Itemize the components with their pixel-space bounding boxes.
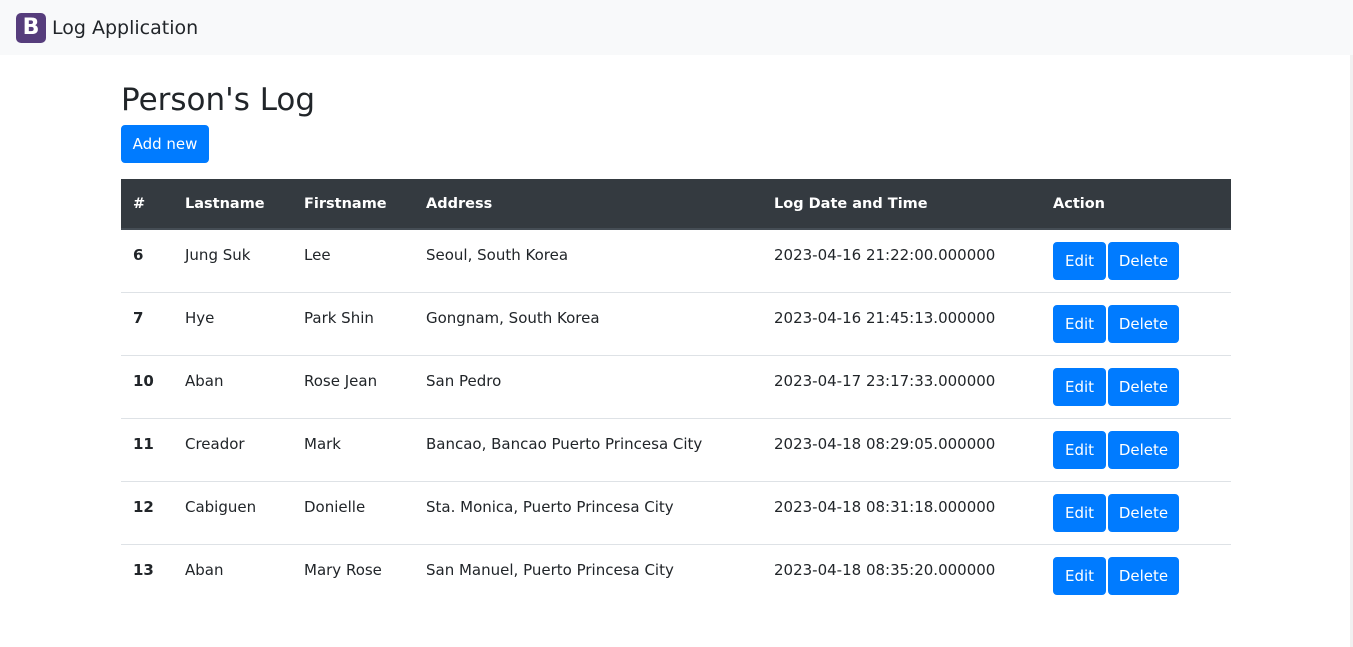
row-address: Gongnam, South Korea: [414, 291, 762, 355]
row-address: Seoul, South Korea: [426, 246, 569, 264]
page-title: Person's Log: [121, 82, 316, 118]
edit-button[interactable]: Edit: [1053, 367, 1106, 406]
row-id: 6: [133, 246, 144, 264]
row-actions: Edit Delete: [1041, 417, 1231, 481]
row-log-datetime: 2023-04-18 08:35:20.000000: [762, 543, 1041, 607]
row-actions: Edit Delete: [1041, 543, 1231, 607]
edit-button[interactable]: Edit: [1053, 242, 1106, 280]
delete-button[interactable]: Delete: [1108, 556, 1179, 595]
row-log-datetime: 2023-04-16 21:22:00.000000: [774, 246, 996, 264]
edit-button[interactable]: Edit: [1053, 556, 1106, 595]
table-body: 6 Jung Suk Lee Seoul, South Korea 2023-0…: [121, 229, 1231, 607]
main-container: Person's Log Add new # Lastname Firstnam…: [121, 78, 1231, 607]
header-lastname: Lastname: [173, 179, 292, 230]
delete-button[interactable]: Delete: [1108, 242, 1179, 280]
row-id: 7: [121, 291, 173, 355]
row-lastname: Creador: [173, 417, 292, 481]
log-table: # Lastname Firstname Address Log Date an…: [121, 179, 1231, 607]
delete-button[interactable]: Delete: [1108, 430, 1179, 469]
row-actions: Edit Delete: [1041, 354, 1231, 418]
table-row: 13 Aban Mary Rose San Manuel, Puerto Pri…: [121, 543, 1231, 607]
delete-button[interactable]: Delete: [1108, 493, 1179, 532]
navbar: B Log Application: [0, 0, 1353, 55]
row-id: 13: [121, 543, 173, 607]
row-firstname: Mary Rose: [292, 543, 414, 607]
row-address: Bancao, Bancao Puerto Princesa City: [414, 417, 762, 481]
navbar-brand[interactable]: Log Application: [52, 17, 198, 39]
row-lastname: Jung Suk: [185, 246, 251, 264]
row-id: 12: [121, 480, 173, 544]
row-address: Sta. Monica, Puerto Princesa City: [414, 480, 762, 544]
row-log-datetime: 2023-04-18 08:31:18.000000: [762, 480, 1041, 544]
row-log-datetime: 2023-04-18 08:29:05.000000: [762, 417, 1041, 481]
header-action: Action: [1041, 179, 1231, 230]
table-row: 12 Cabiguen Donielle Sta. Monica, Puerto…: [121, 480, 1231, 544]
row-address: San Pedro: [414, 354, 762, 418]
row-lastname: Aban: [173, 354, 292, 418]
table-header: # Lastname Firstname Address Log Date an…: [121, 179, 1231, 230]
table-row: 7 Hye Park Shin Gongnam, South Korea 202…: [121, 291, 1231, 355]
row-firstname: Park Shin: [292, 291, 414, 355]
row-lastname: Aban: [173, 543, 292, 607]
delete-button[interactable]: Delete: [1108, 304, 1179, 343]
edit-button[interactable]: Edit: [1053, 430, 1106, 469]
edit-button[interactable]: Edit: [1053, 493, 1106, 532]
add-new-button[interactable]: Add new: [121, 125, 209, 163]
table-row: 6 Jung Suk Lee Seoul, South Korea 2023-0…: [121, 229, 1231, 292]
row-actions: Edit Delete: [1041, 229, 1231, 292]
header-id: #: [121, 179, 173, 230]
row-actions: Edit Delete: [1041, 480, 1231, 544]
row-lastname: Hye: [173, 291, 292, 355]
row-firstname: Mark: [292, 417, 414, 481]
row-id: 11: [121, 417, 173, 481]
row-address: San Manuel, Puerto Princesa City: [414, 543, 762, 607]
row-id: 10: [121, 354, 173, 418]
table-row: 10 Aban Rose Jean San Pedro 2023-04-17 2…: [121, 354, 1231, 418]
row-actions: Edit Delete: [1041, 291, 1231, 355]
row-lastname: Cabiguen: [173, 480, 292, 544]
header-address: Address: [414, 179, 762, 230]
bootstrap-logo-icon[interactable]: B: [16, 12, 46, 43]
row-log-datetime: 2023-04-17 23:17:33.000000: [762, 354, 1041, 418]
delete-button[interactable]: Delete: [1108, 367, 1179, 406]
header-log-datetime: Log Date and Time: [762, 179, 1041, 230]
row-log-datetime: 2023-04-16 21:45:13.000000: [762, 291, 1041, 355]
row-firstname: Rose Jean: [292, 354, 414, 418]
header-firstname: Firstname: [292, 179, 414, 230]
table-row: 11 Creador Mark Bancao, Bancao Puerto Pr…: [121, 417, 1231, 481]
row-firstname: Donielle: [292, 480, 414, 544]
edit-button[interactable]: Edit: [1053, 304, 1106, 343]
row-firstname: Lee: [304, 246, 331, 264]
